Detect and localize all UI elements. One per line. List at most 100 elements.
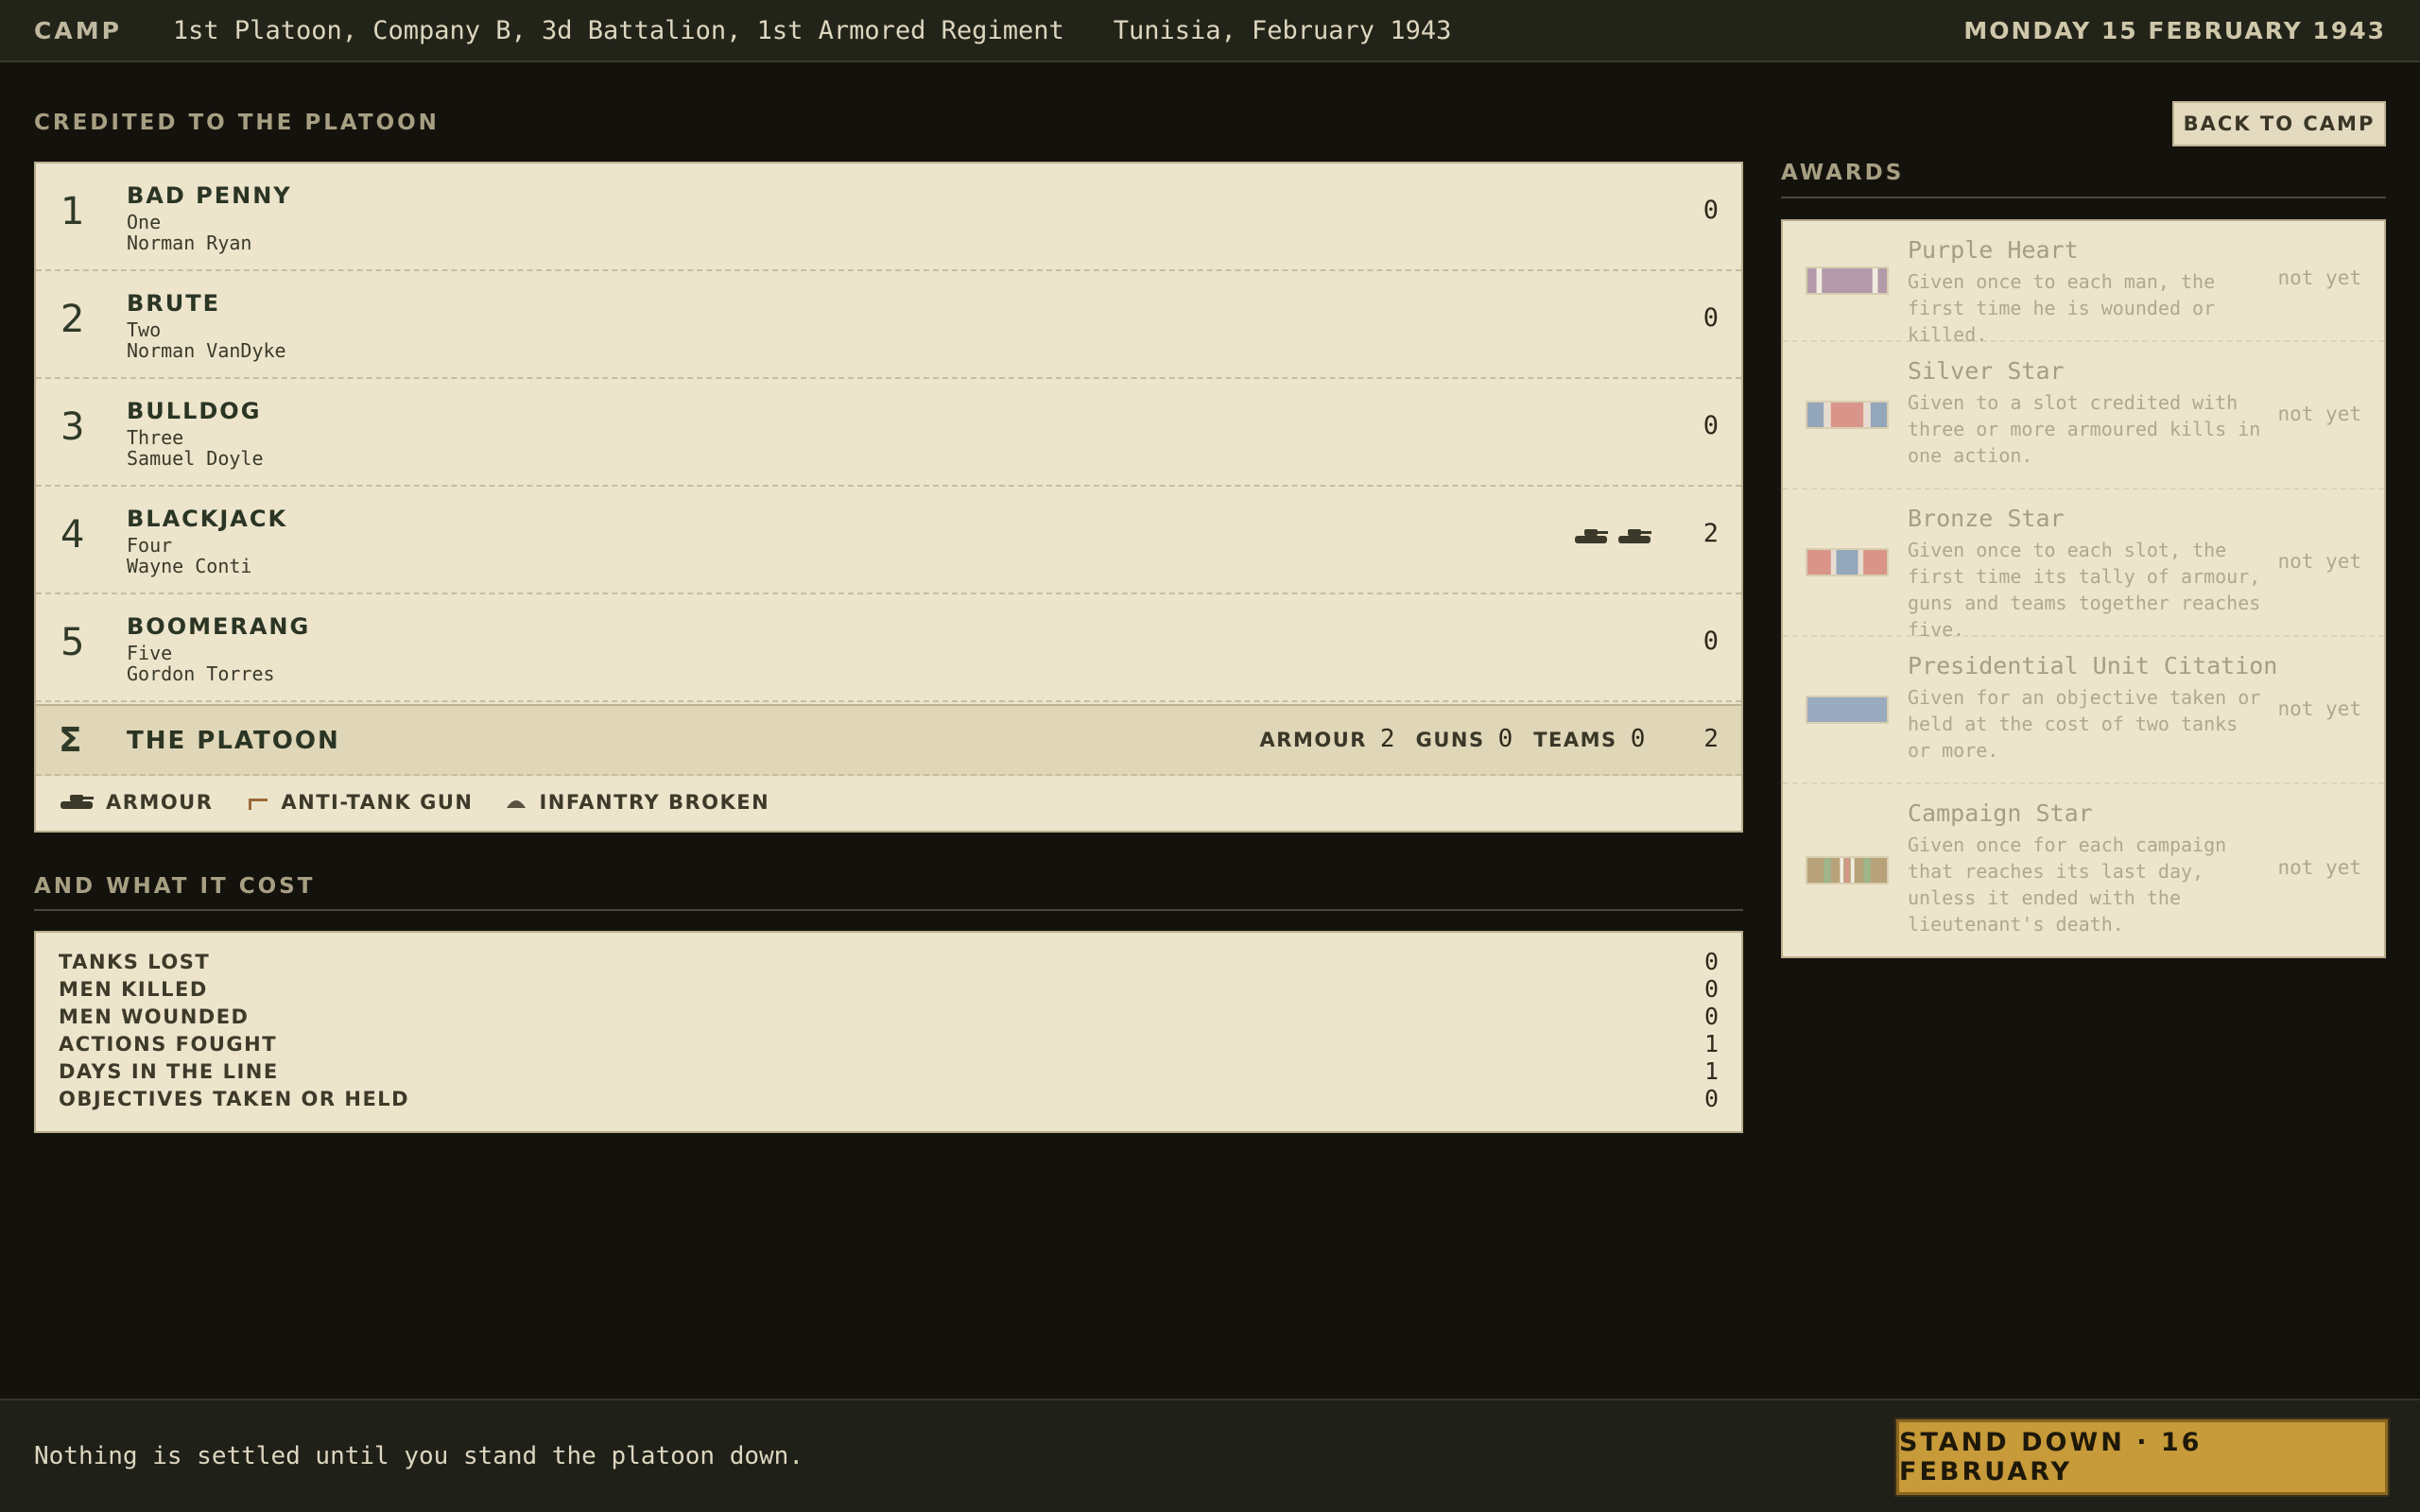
- teams-label: TEAMS: [1533, 729, 1617, 751]
- cost-label: ACTIONS FOUGHT: [59, 1032, 278, 1056]
- kill-legend: ARMOUR ANTI-TANK GUN INFANTRY BROKEN: [59, 791, 788, 814]
- tank-kill-icon: [1575, 529, 1608, 543]
- roster-row: 1 BAD PENNY One Norman Ryan 0: [36, 163, 1741, 271]
- award-description: Given once to each man, the first time h…: [1908, 270, 2216, 346]
- roster-row: 4 BLACKJACK Four Wayne Conti 2: [36, 487, 1741, 594]
- armour-kill-marks: [1573, 526, 1652, 547]
- row-score: 0: [1703, 411, 1719, 440]
- slot-name: Two: [127, 318, 162, 341]
- cost-value: 1: [1703, 1030, 1719, 1057]
- roster-panel: 1 BAD PENNY One Norman Ryan 0 2 BRUTE Tw…: [34, 162, 1743, 833]
- award-status: not yet: [2277, 550, 2361, 573]
- tank-name: BAD PENNY: [127, 182, 292, 209]
- legend-gun: ANTI-TANK GUN: [245, 791, 473, 814]
- commander-name: Wayne Conti: [127, 555, 252, 577]
- cost-line: ACTIONS FOUGHT 1: [59, 1030, 1719, 1057]
- camp-label: CAMP: [34, 16, 122, 44]
- silver-star-ribbon-icon: [1806, 401, 1889, 429]
- unit-citation-ribbon-icon: [1806, 696, 1889, 724]
- slot-number: 2: [60, 298, 85, 341]
- slot-name: One: [127, 211, 162, 233]
- cost-label: DAYS IN THE LINE: [59, 1059, 279, 1083]
- cost-title: AND WHAT IT COST: [34, 874, 316, 899]
- award-status: not yet: [2277, 856, 2361, 879]
- award-purple-heart: Purple Heart Given once to each man, the…: [1783, 221, 2384, 346]
- award-description: Given once for each campaign that reache…: [1908, 833, 2227, 936]
- award-status: not yet: [2277, 266, 2361, 289]
- helmet-icon: [507, 800, 527, 808]
- roster-row: 2 BRUTE Two Norman VanDyke 0: [36, 271, 1741, 379]
- guns-count: 0: [1497, 725, 1513, 753]
- credited-title: CREDITED TO THE PLATOON: [34, 111, 440, 135]
- platoon-total-label: THE PLATOON: [127, 727, 340, 755]
- award-description: Given once to each slot, the first time …: [1908, 539, 2261, 641]
- armour-label: ARMOUR: [1259, 729, 1367, 751]
- award-name: Bronze Star: [1908, 505, 2065, 532]
- cost-line: DAYS IN THE LINE 1: [59, 1057, 1719, 1085]
- row-score: 0: [1703, 303, 1719, 333]
- slot-name: Five: [127, 642, 173, 664]
- cost-line: OBJECTIVES TAKEN OR HELD 0: [59, 1085, 1719, 1112]
- award-description: Given to a slot credited with three or m…: [1908, 391, 2261, 467]
- roster-row: 3 BULLDOG Three Samuel Doyle 0: [36, 379, 1741, 487]
- tank-kill-icon: [1618, 529, 1651, 543]
- footer-note: Nothing is settled until you stand the p…: [34, 1442, 804, 1470]
- tank-name: BLACKJACK: [127, 506, 288, 532]
- tank-name: BRUTE: [127, 290, 221, 317]
- legend-gun-label: ANTI-TANK GUN: [281, 791, 474, 814]
- cost-label: OBJECTIVES TAKEN OR HELD: [59, 1087, 410, 1110]
- back-to-camp-button[interactable]: BACK TO CAMP: [2172, 101, 2386, 146]
- award-status: not yet: [2277, 697, 2361, 720]
- cost-label: MEN WOUNDED: [59, 1005, 250, 1028]
- platoon-tally: ARMOUR 2 GUNS 0 TEAMS 0 2: [1260, 725, 1719, 753]
- purple-heart-ribbon-icon: [1806, 266, 1889, 295]
- award-name: Purple Heart: [1908, 236, 2079, 264]
- teams-count: 0: [1630, 725, 1646, 753]
- cost-label: MEN KILLED: [59, 977, 208, 1001]
- awards-panel: Purple Heart Given once to each man, the…: [1781, 219, 2386, 958]
- cost-value: 0: [1703, 948, 1719, 975]
- stand-down-button[interactable]: STAND DOWN · 16 FEBRUARY: [1896, 1419, 2388, 1495]
- cost-label: TANKS LOST: [59, 950, 211, 973]
- sigma-icon: Σ: [59, 721, 82, 760]
- tank-name: BOOMERANG: [127, 613, 311, 640]
- commander-name: Norman Ryan: [127, 232, 252, 254]
- award-description: Given for an objective taken or held at …: [1908, 686, 2261, 762]
- legend-infantry: INFANTRY BROKEN: [505, 791, 769, 814]
- cost-divider: [34, 909, 1743, 911]
- cost-line: MEN WOUNDED 0: [59, 1003, 1719, 1030]
- award-name: Campaign Star: [1908, 799, 2093, 827]
- top-bar: CAMP 1st Platoon, Company B, 3d Battalio…: [0, 0, 2420, 62]
- unit-name: 1st Platoon, Company B, 3d Battalion, 1s…: [172, 15, 1064, 45]
- commander-name: Gordon Torres: [127, 662, 275, 685]
- row-score: 2: [1703, 519, 1719, 548]
- commander-name: Samuel Doyle: [127, 447, 264, 470]
- cost-value: 1: [1703, 1057, 1719, 1085]
- slot-number: 3: [60, 405, 85, 449]
- awards-title: AWARDS: [1781, 161, 1905, 185]
- cost-panel: TANKS LOST 0 MEN KILLED 0 MEN WOUNDED 0 …: [34, 931, 1743, 1133]
- campaign-place: Tunisia, February 1943: [1113, 15, 1452, 45]
- guns-label: GUNS: [1415, 729, 1485, 751]
- tank-icon: [60, 795, 94, 809]
- bottom-bar: Nothing is settled until you stand the p…: [0, 1399, 2420, 1512]
- awards-divider: [1781, 197, 2386, 198]
- award-bronze-star: Bronze Star Given once to each slot, the…: [1783, 490, 2384, 641]
- legend-infantry-label: INFANTRY BROKEN: [539, 791, 770, 814]
- current-date: MONDAY 15 FEBRUARY 1943: [1963, 16, 2386, 44]
- campaign-star-ribbon-icon: [1806, 856, 1889, 885]
- award-name: Presidential Unit Citation: [1908, 652, 2278, 679]
- slot-number: 4: [60, 513, 85, 557]
- tank-name: BULLDOG: [127, 398, 262, 424]
- legend-armour: ARMOUR: [59, 791, 213, 814]
- award-silver-star: Silver Star Given to a slot credited wit…: [1783, 342, 2384, 490]
- platoon-total-row: Σ THE PLATOON ARMOUR 2 GUNS 0 TEAMS 0 2: [36, 704, 1741, 776]
- roster-row: 5 BOOMERANG Five Gordon Torres 0: [36, 594, 1741, 702]
- cost-value: 0: [1703, 975, 1719, 1003]
- cost-line: TANKS LOST 0: [59, 948, 1719, 975]
- cost-value: 0: [1703, 1003, 1719, 1030]
- award-name: Silver Star: [1908, 357, 2065, 385]
- slot-name: Four: [127, 534, 173, 557]
- anti-tank-gun-icon: [249, 799, 268, 810]
- award-presidential-unit-citation: Presidential Unit Citation Given for an …: [1783, 637, 2384, 784]
